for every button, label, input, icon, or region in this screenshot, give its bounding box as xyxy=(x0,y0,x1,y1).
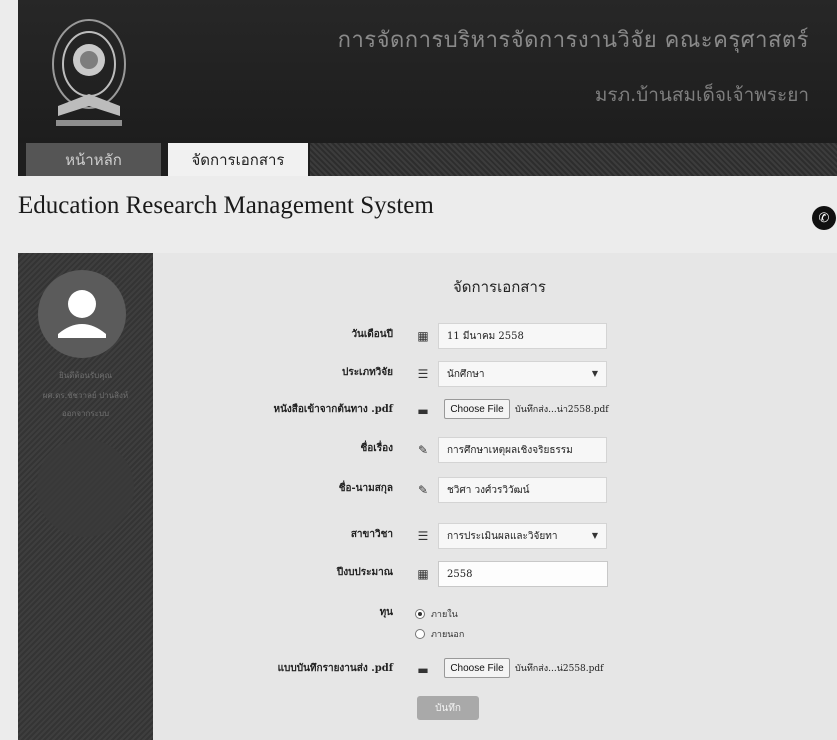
fund-internal-label: ภายใน xyxy=(431,610,458,620)
row-researcher: ประเภทวิจัย ☰ นักศึกษา ▼ xyxy=(153,359,837,389)
attachment-file-name: บันทึกส่ง...น่า2558.pdf xyxy=(515,405,609,415)
chevron-down-icon: ▼ xyxy=(591,531,598,540)
folder-open-icon: ▬ xyxy=(417,404,429,418)
nav-tab-home[interactable]: หน้าหลัก xyxy=(26,143,161,176)
attachment-choose-file-button[interactable]: Choose File xyxy=(444,399,510,419)
list-icon: ☰ xyxy=(417,367,429,381)
phone-icon[interactable]: ✆ xyxy=(812,206,836,230)
researcher-type-select[interactable]: นักศึกษา ▼ xyxy=(438,361,607,387)
avatar xyxy=(38,270,126,358)
header-title: การจัดการบริหารจัดการงานวิจัย คณะครุศาสต… xyxy=(337,28,809,53)
year-label: ปีงบประมาณ xyxy=(336,567,393,578)
navbar-pattern xyxy=(310,143,837,176)
row-major: สาขาวิชา ☰ การประเมินผลและวิจัยทา ▼ xyxy=(153,521,837,551)
name-input[interactable]: ชวิศา วงศ์วรวิวัฒน์ xyxy=(438,477,607,503)
fund-external-label: ภายนอก xyxy=(431,630,465,640)
memo-choose-file-button[interactable]: Choose File xyxy=(444,658,510,678)
researcher-type-label: ประเภทวิจัย xyxy=(341,367,393,378)
pencil-icon: ✎ xyxy=(417,443,429,457)
welcome-text: ยินดีต้อนรับคุณ xyxy=(59,371,112,380)
researcher-type-value: นักศึกษา xyxy=(447,368,485,380)
row-fund: ทุน ภายใน ภายนอก xyxy=(153,599,837,649)
row-year: ปีงบประมาณ ▦ 2558 xyxy=(153,559,837,589)
submit-button[interactable]: บันทึก xyxy=(417,696,479,720)
user-icon xyxy=(58,290,106,338)
major-select[interactable]: การประเมินผลและวิจัยทา ▼ xyxy=(438,523,607,549)
row-memo: แบบบันทึกรายงานส่ง .pdf ▬ Choose File บั… xyxy=(153,655,837,685)
sidebar-decoration xyxy=(36,439,134,537)
site-header: การจัดการบริหารจัดการงานวิจัย คณะครุศาสต… xyxy=(18,0,837,143)
form-title: จัดการเอกสาร xyxy=(453,278,546,296)
chevron-down-icon: ▼ xyxy=(591,369,598,378)
attachment-label: หนังสือเข้าจากต้นทาง .pdf xyxy=(273,404,394,415)
pencil-icon: ✎ xyxy=(417,483,429,497)
year-input[interactable]: 2558 xyxy=(438,561,608,587)
row-subject: ชื่อเรื่อง ✎ การศึกษาเหตุผลเชิงจริยธรรม xyxy=(153,435,837,465)
major-label: สาขาวิชา xyxy=(350,529,393,540)
fund-internal-radio[interactable] xyxy=(415,609,425,619)
fund-label: ทุน xyxy=(379,607,393,618)
nav-tab-documents[interactable]: จัดการเอกสาร xyxy=(168,143,308,176)
subject-label: ชื่อเรื่อง xyxy=(360,443,393,454)
memo-label: แบบบันทึกรายงานส่ง .pdf xyxy=(277,663,393,674)
date-input[interactable]: 11 มีนาคม 2558 xyxy=(438,323,607,349)
row-name: ชื่อ-นามสกุล ✎ ชวิศา วงศ์วรวิวัฒน์ xyxy=(153,475,837,505)
user-name: ผศ.ดร.ชัชวาลย์ ปานสิงห์ xyxy=(42,391,129,400)
header-subtitle: มรภ.บ้านสมเด็จเจ้าพระยา xyxy=(594,84,809,106)
main-navbar: หน้าหลัก จัดการเอกสาร xyxy=(18,143,837,176)
major-value: การประเมินผลและวิจัยทา xyxy=(447,530,558,542)
fund-external-radio[interactable] xyxy=(415,629,425,639)
folder-open-icon: ▬ xyxy=(417,663,429,677)
date-label: วันเดือนปี xyxy=(351,329,393,340)
document-form: จัดการเอกสาร วันเดือนปี ▦ 11 มีนาคม 2558… xyxy=(153,253,837,740)
logout-link[interactable]: ออกจากระบบ xyxy=(18,407,153,420)
row-date: วันเดือนปี ▦ 11 มีนาคม 2558 xyxy=(153,321,837,351)
page: การจัดการบริหารจัดการงานวิจัย คณะครุศาสต… xyxy=(0,0,837,740)
list-icon: ☰ xyxy=(417,529,429,543)
university-emblem-logo xyxy=(52,19,126,126)
row-attachment: หนังสือเข้าจากต้นทาง .pdf ▬ Choose File … xyxy=(153,396,837,426)
calendar-icon: ▦ xyxy=(417,567,429,581)
memo-file-name: บันทึกส่ง...น่2558.pdf xyxy=(515,664,604,674)
subject-input[interactable]: การศึกษาเหตุผลเชิงจริยธรรม xyxy=(438,437,607,463)
name-label: ชื่อ-นามสกุล xyxy=(338,483,393,494)
calendar-icon: ▦ xyxy=(417,329,429,343)
sidebar: ยินดีต้อนรับคุณ ผศ.ดร.ชัชวาลย์ ปานสิงห์ … xyxy=(18,253,153,740)
app-title: Education Research Management System xyxy=(18,192,434,219)
